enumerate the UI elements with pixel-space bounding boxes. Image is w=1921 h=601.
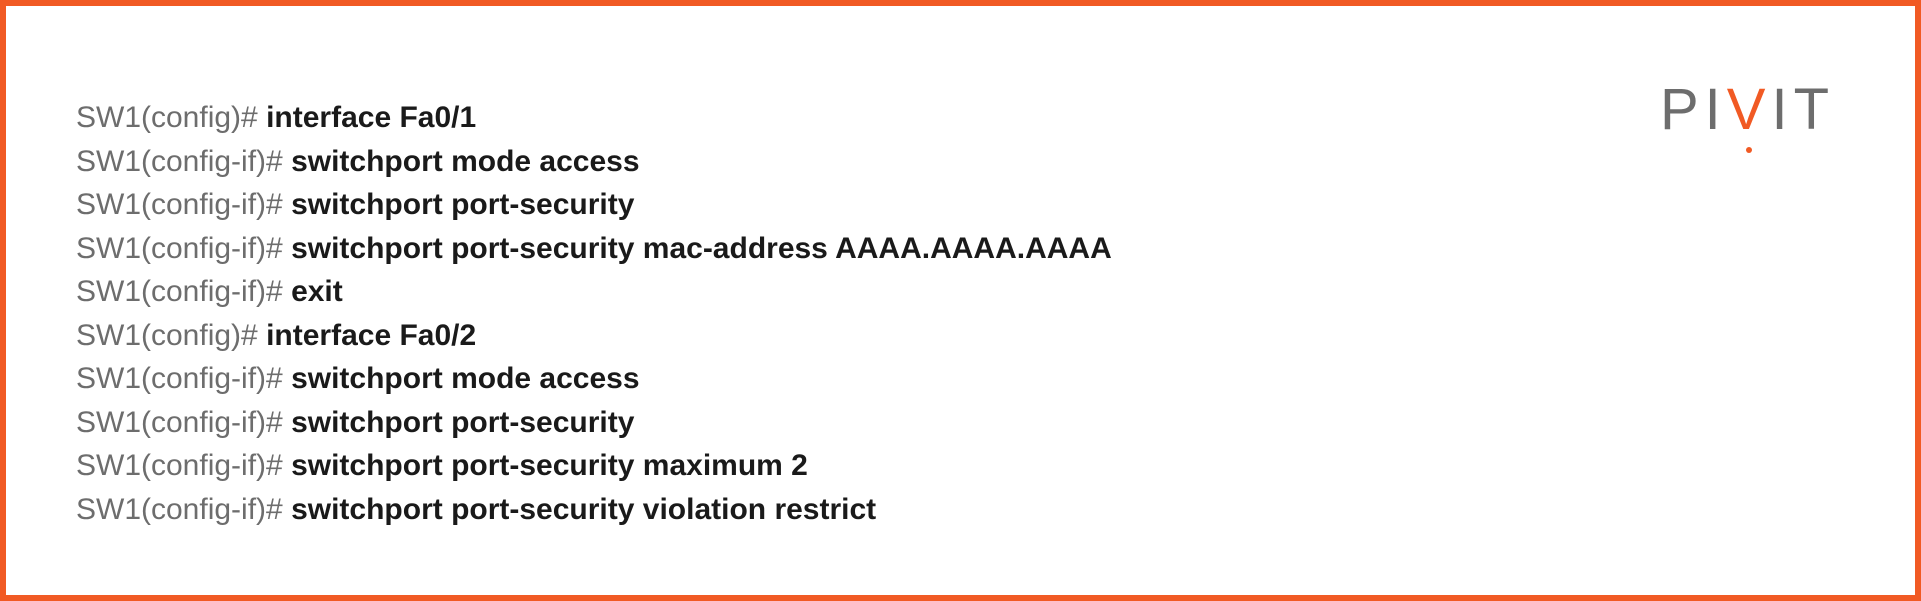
cli-block: SW1(config)# interface Fa0/1 SW1(config-… [76, 96, 1845, 531]
cli-line: SW1(config-if)# switchport port-security… [76, 488, 1845, 532]
cli-prompt: SW1(config-if)# [76, 232, 291, 265]
cli-command: exit [291, 275, 343, 308]
logo-segment-v: V [1727, 76, 1772, 143]
cli-prompt: SW1(config-if)# [76, 188, 291, 221]
document-frame: PIVIT SW1(config)# interface Fa0/1 SW1(c… [0, 0, 1921, 601]
cli-prompt: SW1(config-if)# [76, 406, 291, 439]
cli-line: SW1(config-if)# switchport mode access [76, 357, 1845, 401]
cli-prompt: SW1(config-if)# [76, 145, 291, 178]
cli-line: SW1(config-if)# switchport port-security [76, 401, 1845, 445]
cli-command: switchport port-security [291, 406, 634, 439]
cli-line: SW1(config-if)# switchport port-security… [76, 227, 1845, 271]
cli-prompt: SW1(config)# [76, 101, 266, 134]
cli-line: SW1(config-if)# switchport port-security… [76, 444, 1845, 488]
cli-command: switchport port-security maximum 2 [291, 449, 808, 482]
cli-line: SW1(config)# interface Fa0/1 [76, 96, 1845, 140]
cli-prompt: SW1(config-if)# [76, 362, 291, 395]
cli-line: SW1(config-if)# exit [76, 270, 1845, 314]
cli-command: switchport mode access [291, 145, 639, 178]
cli-line: SW1(config-if)# switchport mode access [76, 140, 1845, 184]
cli-command: switchport port-security mac-address AAA… [291, 232, 1112, 265]
logo-segment-left: PI [1660, 76, 1727, 143]
cli-command: switchport port-security violation restr… [291, 493, 876, 526]
cli-prompt: SW1(config)# [76, 319, 266, 352]
cli-line: SW1(config)# interface Fa0/2 [76, 314, 1845, 358]
logo-segment-right: IT [1771, 76, 1835, 143]
cli-prompt: SW1(config-if)# [76, 493, 291, 526]
cli-line: SW1(config-if)# switchport port-security [76, 183, 1845, 227]
cli-command: interface Fa0/1 [266, 101, 476, 134]
cli-command: switchport mode access [291, 362, 639, 395]
cli-command: interface Fa0/2 [266, 319, 476, 352]
pivit-logo: PIVIT [1660, 76, 1835, 143]
cli-command: switchport port-security [291, 188, 634, 221]
cli-prompt: SW1(config-if)# [76, 449, 291, 482]
cli-prompt: SW1(config-if)# [76, 275, 291, 308]
